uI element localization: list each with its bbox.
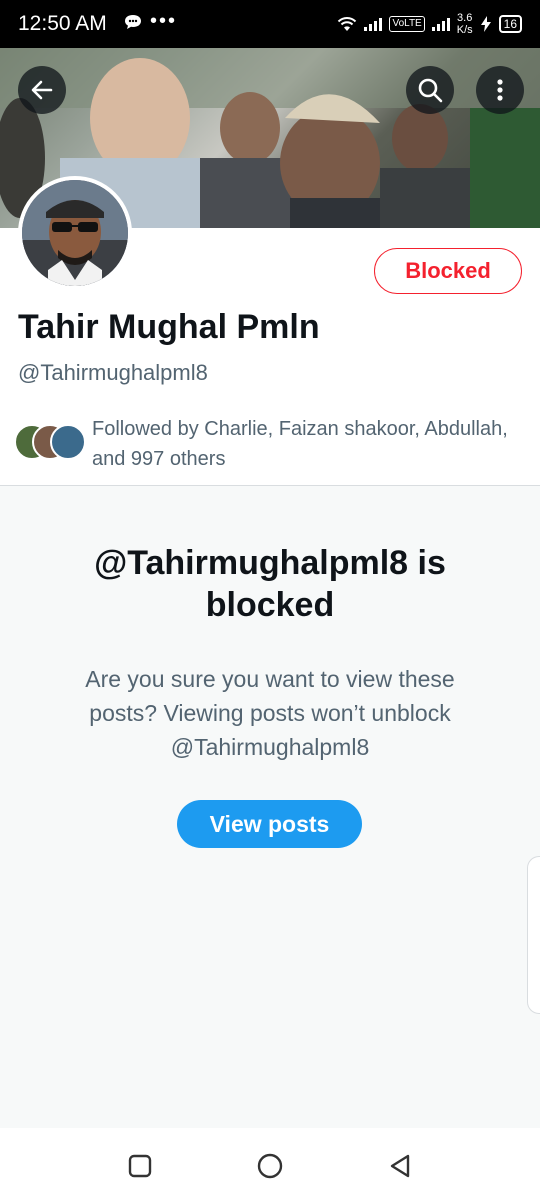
status-icons: VoLTE 3.6 K/s 16 xyxy=(337,10,522,38)
more-vertical-icon xyxy=(497,79,503,101)
square-icon[interactable] xyxy=(126,1152,154,1180)
avatar-photo xyxy=(22,180,128,286)
back-button[interactable] xyxy=(18,66,66,114)
arrow-left-icon xyxy=(31,80,53,100)
blocked-button[interactable]: Blocked xyxy=(374,248,522,294)
status-bar: 12:50 AM ••• VoLTE 3.6 K/s 16 xyxy=(0,0,540,48)
navigation-bar xyxy=(0,1128,540,1200)
profile-name: Tahir Mughal Pmln xyxy=(18,308,320,346)
profile-handle: @Tahirmughalpml8 xyxy=(18,360,208,385)
blocked-title: @Tahirmughalpml8 is blocked xyxy=(94,544,446,624)
network-speed: 3.6 K/s xyxy=(456,12,473,36)
chat-bubble-icon xyxy=(125,15,141,29)
status-time: 12:50 AM xyxy=(18,12,107,35)
follower-avatar xyxy=(50,424,86,460)
side-panel-handle[interactable] xyxy=(527,856,540,1014)
charging-icon xyxy=(480,16,491,32)
circle-icon[interactable] xyxy=(256,1152,284,1180)
search-icon xyxy=(418,78,443,103)
wifi-icon xyxy=(338,17,357,31)
battery-level: 16 xyxy=(498,15,522,33)
profile-avatar[interactable] xyxy=(18,176,132,290)
more-notifications-icon: ••• xyxy=(150,10,178,32)
signal-icon xyxy=(364,18,383,31)
view-posts-button[interactable]: View posts xyxy=(177,800,362,848)
signal-icon-2 xyxy=(431,18,450,31)
more-options-button[interactable] xyxy=(476,66,524,114)
followed-by-text[interactable]: Followed by Charlie, Faizan shakoor, Abd… xyxy=(92,414,512,474)
triangle-back-icon[interactable] xyxy=(386,1152,414,1180)
blocked-description: Are you sure you want to view these post… xyxy=(85,666,455,760)
followed-by-avatars[interactable] xyxy=(14,424,86,460)
search-button[interactable] xyxy=(406,66,454,114)
volte-badge: VoLTE xyxy=(389,16,425,32)
